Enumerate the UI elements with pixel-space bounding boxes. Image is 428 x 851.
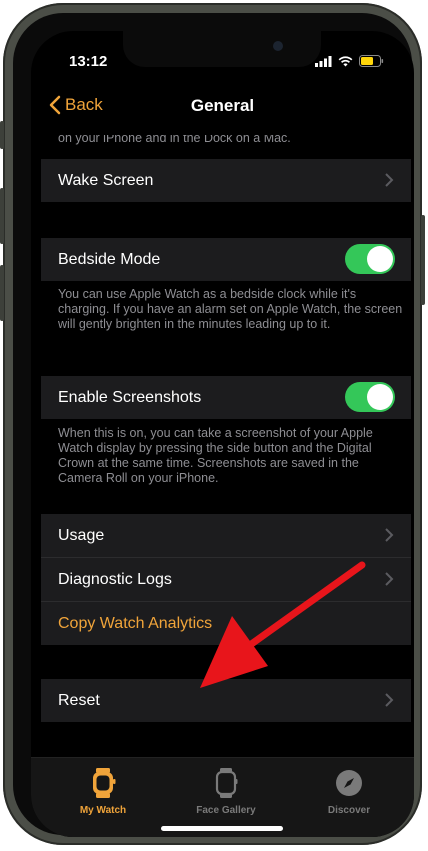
volume-up-button (0, 188, 4, 244)
enable-screenshots-label: Enable Screenshots (58, 388, 202, 406)
bedside-mode-section: Bedside Mode (41, 238, 411, 281)
tab-label: My Watch (79, 805, 127, 816)
chevron-right-icon (385, 528, 394, 542)
wake-screen-row[interactable]: Wake Screen (41, 159, 411, 202)
tab-my-watch[interactable]: My Watch (53, 768, 153, 816)
status-time: 13:12 (69, 53, 108, 70)
bedside-mode-label: Bedside Mode (58, 250, 161, 268)
enable-screenshots-row: Enable Screenshots (41, 376, 411, 419)
tab-label: Face Gallery (196, 805, 256, 816)
enable-screenshots-toggle[interactable] (345, 382, 395, 412)
copy-watch-analytics-label: Copy Watch Analytics (58, 614, 213, 632)
diagnostic-logs-row[interactable]: Diagnostic Logs (41, 557, 411, 601)
tab-bar: My Watch Face Gallery Discover (31, 757, 414, 837)
wake-screen-label: Wake Screen (58, 171, 154, 189)
bedside-mode-toggle[interactable] (345, 244, 395, 274)
reset-label: Reset (58, 691, 100, 709)
watch-face-icon (215, 768, 238, 798)
power-button (421, 215, 425, 305)
home-indicator[interactable] (161, 826, 283, 831)
clipped-description: on your iPhone and in the Dock on a Mac. (58, 135, 291, 145)
status-icons (315, 55, 384, 67)
enable-screenshots-section: Enable Screenshots (41, 376, 411, 419)
reset-row[interactable]: Reset (41, 679, 411, 722)
battery-icon (359, 55, 384, 67)
chevron-right-icon (385, 173, 394, 187)
page-title: General (190, 96, 255, 115)
watch-icon (93, 768, 116, 798)
wifi-icon (338, 55, 353, 66)
diagnostics-section: Usage Diagnostic Logs Copy Watch Analyti… (41, 514, 411, 645)
compass-icon (336, 770, 362, 796)
notch (123, 31, 321, 67)
copy-watch-analytics-button[interactable]: Copy Watch Analytics (41, 601, 411, 645)
wake-screen-section: Wake Screen (41, 159, 411, 202)
bedside-mode-description: You can use Apple Watch as a bedside clo… (58, 287, 403, 331)
toggle-knob (367, 384, 393, 410)
tab-discover[interactable]: Discover (299, 768, 399, 816)
bezel: 13:12 Back General on your iPhone and in… (13, 13, 414, 837)
bedside-mode-row: Bedside Mode (41, 238, 411, 281)
chevron-right-icon (385, 572, 394, 586)
signal-icon (315, 55, 332, 67)
enable-screenshots-description: When this is on, you can take a screensh… (58, 426, 373, 485)
tab-label: Discover (327, 805, 371, 816)
tab-face-gallery[interactable]: Face Gallery (176, 768, 276, 816)
camera-icon (273, 41, 283, 51)
diagnostic-logs-label: Diagnostic Logs (58, 570, 172, 588)
reset-section: Reset (41, 679, 411, 722)
navigation-bar: Back General (31, 91, 414, 135)
usage-row[interactable]: Usage (41, 514, 411, 557)
volume-down-button (0, 265, 4, 321)
chevron-right-icon (385, 693, 394, 707)
mute-switch (0, 121, 4, 149)
toggle-knob (367, 246, 393, 272)
usage-label: Usage (58, 526, 105, 544)
screen: 13:12 Back General on your iPhone and in… (31, 31, 414, 837)
phone-frame: 13:12 Back General on your iPhone and in… (0, 3, 425, 845)
